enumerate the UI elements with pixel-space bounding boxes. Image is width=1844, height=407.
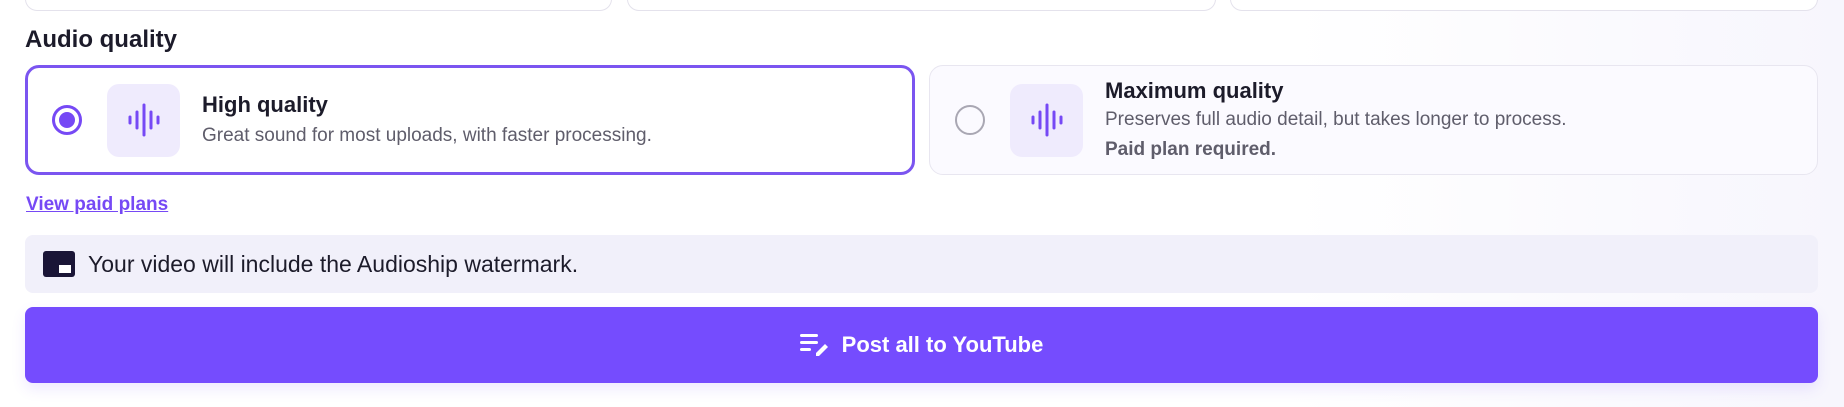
watermark-notice: Your video will include the Audioship wa… (25, 235, 1818, 293)
view-paid-plans-link[interactable]: View paid plans (26, 194, 168, 216)
option-text: High quality Great sound for most upload… (202, 91, 652, 149)
option-high-quality[interactable]: High quality Great sound for most upload… (25, 65, 915, 175)
section-title: Audio quality (25, 26, 177, 53)
top-card-left[interactable] (25, 0, 612, 11)
top-card-middle[interactable] (627, 0, 1216, 11)
option-text: Maximum quality Preserves full audio det… (1105, 77, 1567, 163)
audio-waveform-icon (107, 83, 180, 157)
post-button-label: Post all to YouTube (841, 332, 1044, 357)
radio-unselected-icon[interactable] (955, 105, 985, 135)
audio-quality-panel: Audio quality High quality Great sound f… (0, 0, 1844, 407)
top-card-right[interactable] (1230, 0, 1818, 11)
watermark-notice-text: Your video will include the Audioship wa… (88, 250, 579, 277)
paid-plan-note: Paid plan required. (1105, 139, 1277, 160)
audio-waveform-icon (1010, 83, 1083, 157)
radio-selected-icon[interactable] (52, 105, 82, 135)
watermark-icon (43, 251, 75, 277)
option-title: Maximum quality (1105, 78, 1284, 103)
option-description: Preserves full audio detail, but takes l… (1105, 109, 1567, 130)
playlist-edit-icon (799, 334, 828, 356)
option-description: Great sound for most uploads, with faste… (202, 125, 652, 146)
option-maximum-quality[interactable]: Maximum quality Preserves full audio det… (929, 65, 1818, 175)
post-all-to-youtube-button[interactable]: Post all to YouTube (25, 307, 1818, 383)
option-title: High quality (202, 92, 328, 117)
